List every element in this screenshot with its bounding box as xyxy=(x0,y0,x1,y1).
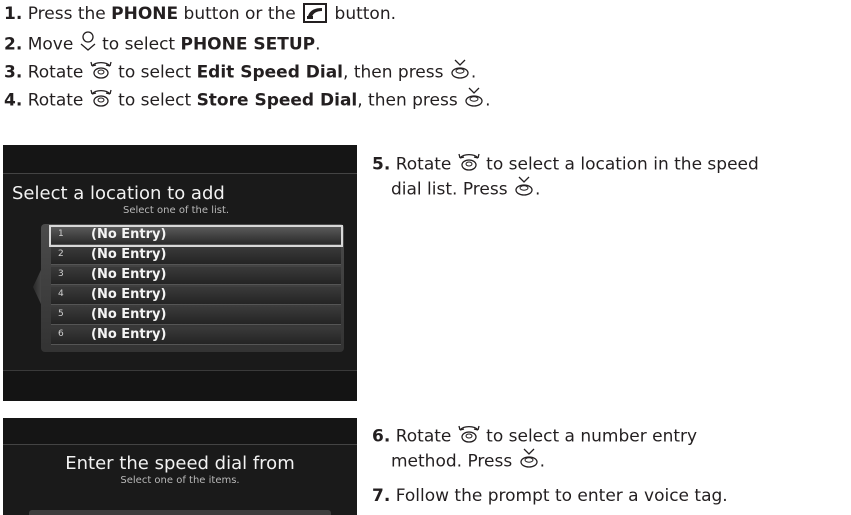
phone-button-icon xyxy=(303,3,328,23)
step-text: method. Press xyxy=(391,451,518,472)
step-2: 2. Move to select PHONE SETUP. xyxy=(4,30,321,59)
step-text: Rotate xyxy=(395,154,457,175)
step-text: button or the xyxy=(178,4,302,24)
step-1: 1. Press the PHONE button or the button. xyxy=(4,2,396,26)
row-label: (No Entry) xyxy=(91,287,167,302)
screen-subtitle: Select one of the list. xyxy=(123,205,230,216)
step-text: to select a location in the speed xyxy=(480,154,759,175)
step-text: . xyxy=(485,90,491,111)
list-item[interactable]: 3 (No Entry) xyxy=(51,267,341,285)
step-text: . xyxy=(315,34,321,55)
row-number: 3 xyxy=(58,269,64,279)
interface-dial-press-icon xyxy=(463,86,485,115)
step-text: Follow the prompt to enter a voice tag. xyxy=(395,486,728,506)
screen-title: Enter the speed dial from xyxy=(65,453,295,474)
step-text: . xyxy=(534,179,541,200)
screen-subtitle: Select one of the items. xyxy=(120,475,240,486)
step-number: 7. xyxy=(372,486,391,506)
screen-list-edge xyxy=(29,510,331,515)
interface-dial-press-icon xyxy=(449,58,471,87)
step-text: to select xyxy=(96,34,181,55)
step-text: , then press xyxy=(357,90,464,111)
screen-top-band xyxy=(3,418,357,445)
row-number: 4 xyxy=(58,289,64,299)
step-text: Press the xyxy=(27,4,112,24)
interface-dial-rotate-icon xyxy=(89,58,113,87)
screenshot-select-location: Select a location to add Select one of t… xyxy=(3,145,357,401)
store-speed-dial-keyword: Store Speed Dial xyxy=(196,90,358,111)
row-label: (No Entry) xyxy=(91,247,167,262)
step-number: 1. xyxy=(4,4,23,24)
step-text: Move xyxy=(27,34,79,55)
step-text: to select xyxy=(112,90,197,111)
screenshot-enter-speed-dial: Enter the speed dial from Select one of … xyxy=(3,418,357,515)
step-text: to select xyxy=(112,62,197,83)
screen-top-band xyxy=(3,145,357,174)
speed-dial-list: 1 (No Entry) 2 (No Entry) 3 (No Entry) 4 (No… xyxy=(41,224,344,352)
phone-setup-keyword: PHONE SETUP xyxy=(180,34,316,55)
list-item[interactable]: 2 (No Entry) xyxy=(51,247,341,265)
step-6-continued: method. Press . xyxy=(391,447,545,476)
step-text: to select a number entry xyxy=(480,426,698,447)
step-3: 3. Rotate to select Edit Speed Dial, the… xyxy=(4,58,476,87)
row-label: (No Entry) xyxy=(91,327,167,342)
step-text: button. xyxy=(329,4,397,24)
list-item[interactable]: 4 (No Entry) xyxy=(51,287,341,305)
phone-keyword: PHONE xyxy=(111,4,179,24)
row-number: 2 xyxy=(58,249,64,259)
step-text: dial list. Press xyxy=(391,179,513,200)
step-number: 3. xyxy=(4,62,23,83)
row-label: (No Entry) xyxy=(91,307,167,322)
step-text: Rotate xyxy=(27,62,89,83)
edit-speed-dial-keyword: Edit Speed Dial xyxy=(196,62,344,83)
row-label: (No Entry) xyxy=(91,227,167,242)
interface-dial-press-icon xyxy=(513,175,535,204)
step-text: . xyxy=(470,62,477,83)
interface-dial-press-icon xyxy=(518,447,540,476)
step-number: 2. xyxy=(4,34,23,55)
row-number: 5 xyxy=(58,309,64,319)
step-text: Rotate xyxy=(27,90,89,111)
step-5-continued: dial list. Press . xyxy=(391,175,540,204)
joystick-move-icon xyxy=(79,30,97,59)
row-number: 1 xyxy=(58,229,64,239)
step-number: 6. xyxy=(372,426,391,447)
list-item[interactable]: 6 (No Entry) xyxy=(51,327,341,345)
list-item[interactable]: 5 (No Entry) xyxy=(51,307,341,325)
step-4: 4. Rotate to select Store Speed Dial, th… xyxy=(4,86,491,115)
screen-title: Select a location to add xyxy=(12,183,225,204)
list-item[interactable]: 1 (No Entry) xyxy=(49,225,343,247)
step-number: 5. xyxy=(372,154,391,175)
step-text: , then press xyxy=(343,62,449,83)
interface-dial-rotate-icon xyxy=(89,86,113,115)
step-7: 7. Follow the prompt to enter a voice ta… xyxy=(372,484,728,508)
step-text: . xyxy=(539,451,546,472)
row-label: (No Entry) xyxy=(91,267,167,282)
row-number: 6 xyxy=(58,329,64,339)
screen-bottom-band xyxy=(3,370,357,401)
step-text: Rotate xyxy=(395,426,457,447)
step-number: 4. xyxy=(4,90,23,111)
